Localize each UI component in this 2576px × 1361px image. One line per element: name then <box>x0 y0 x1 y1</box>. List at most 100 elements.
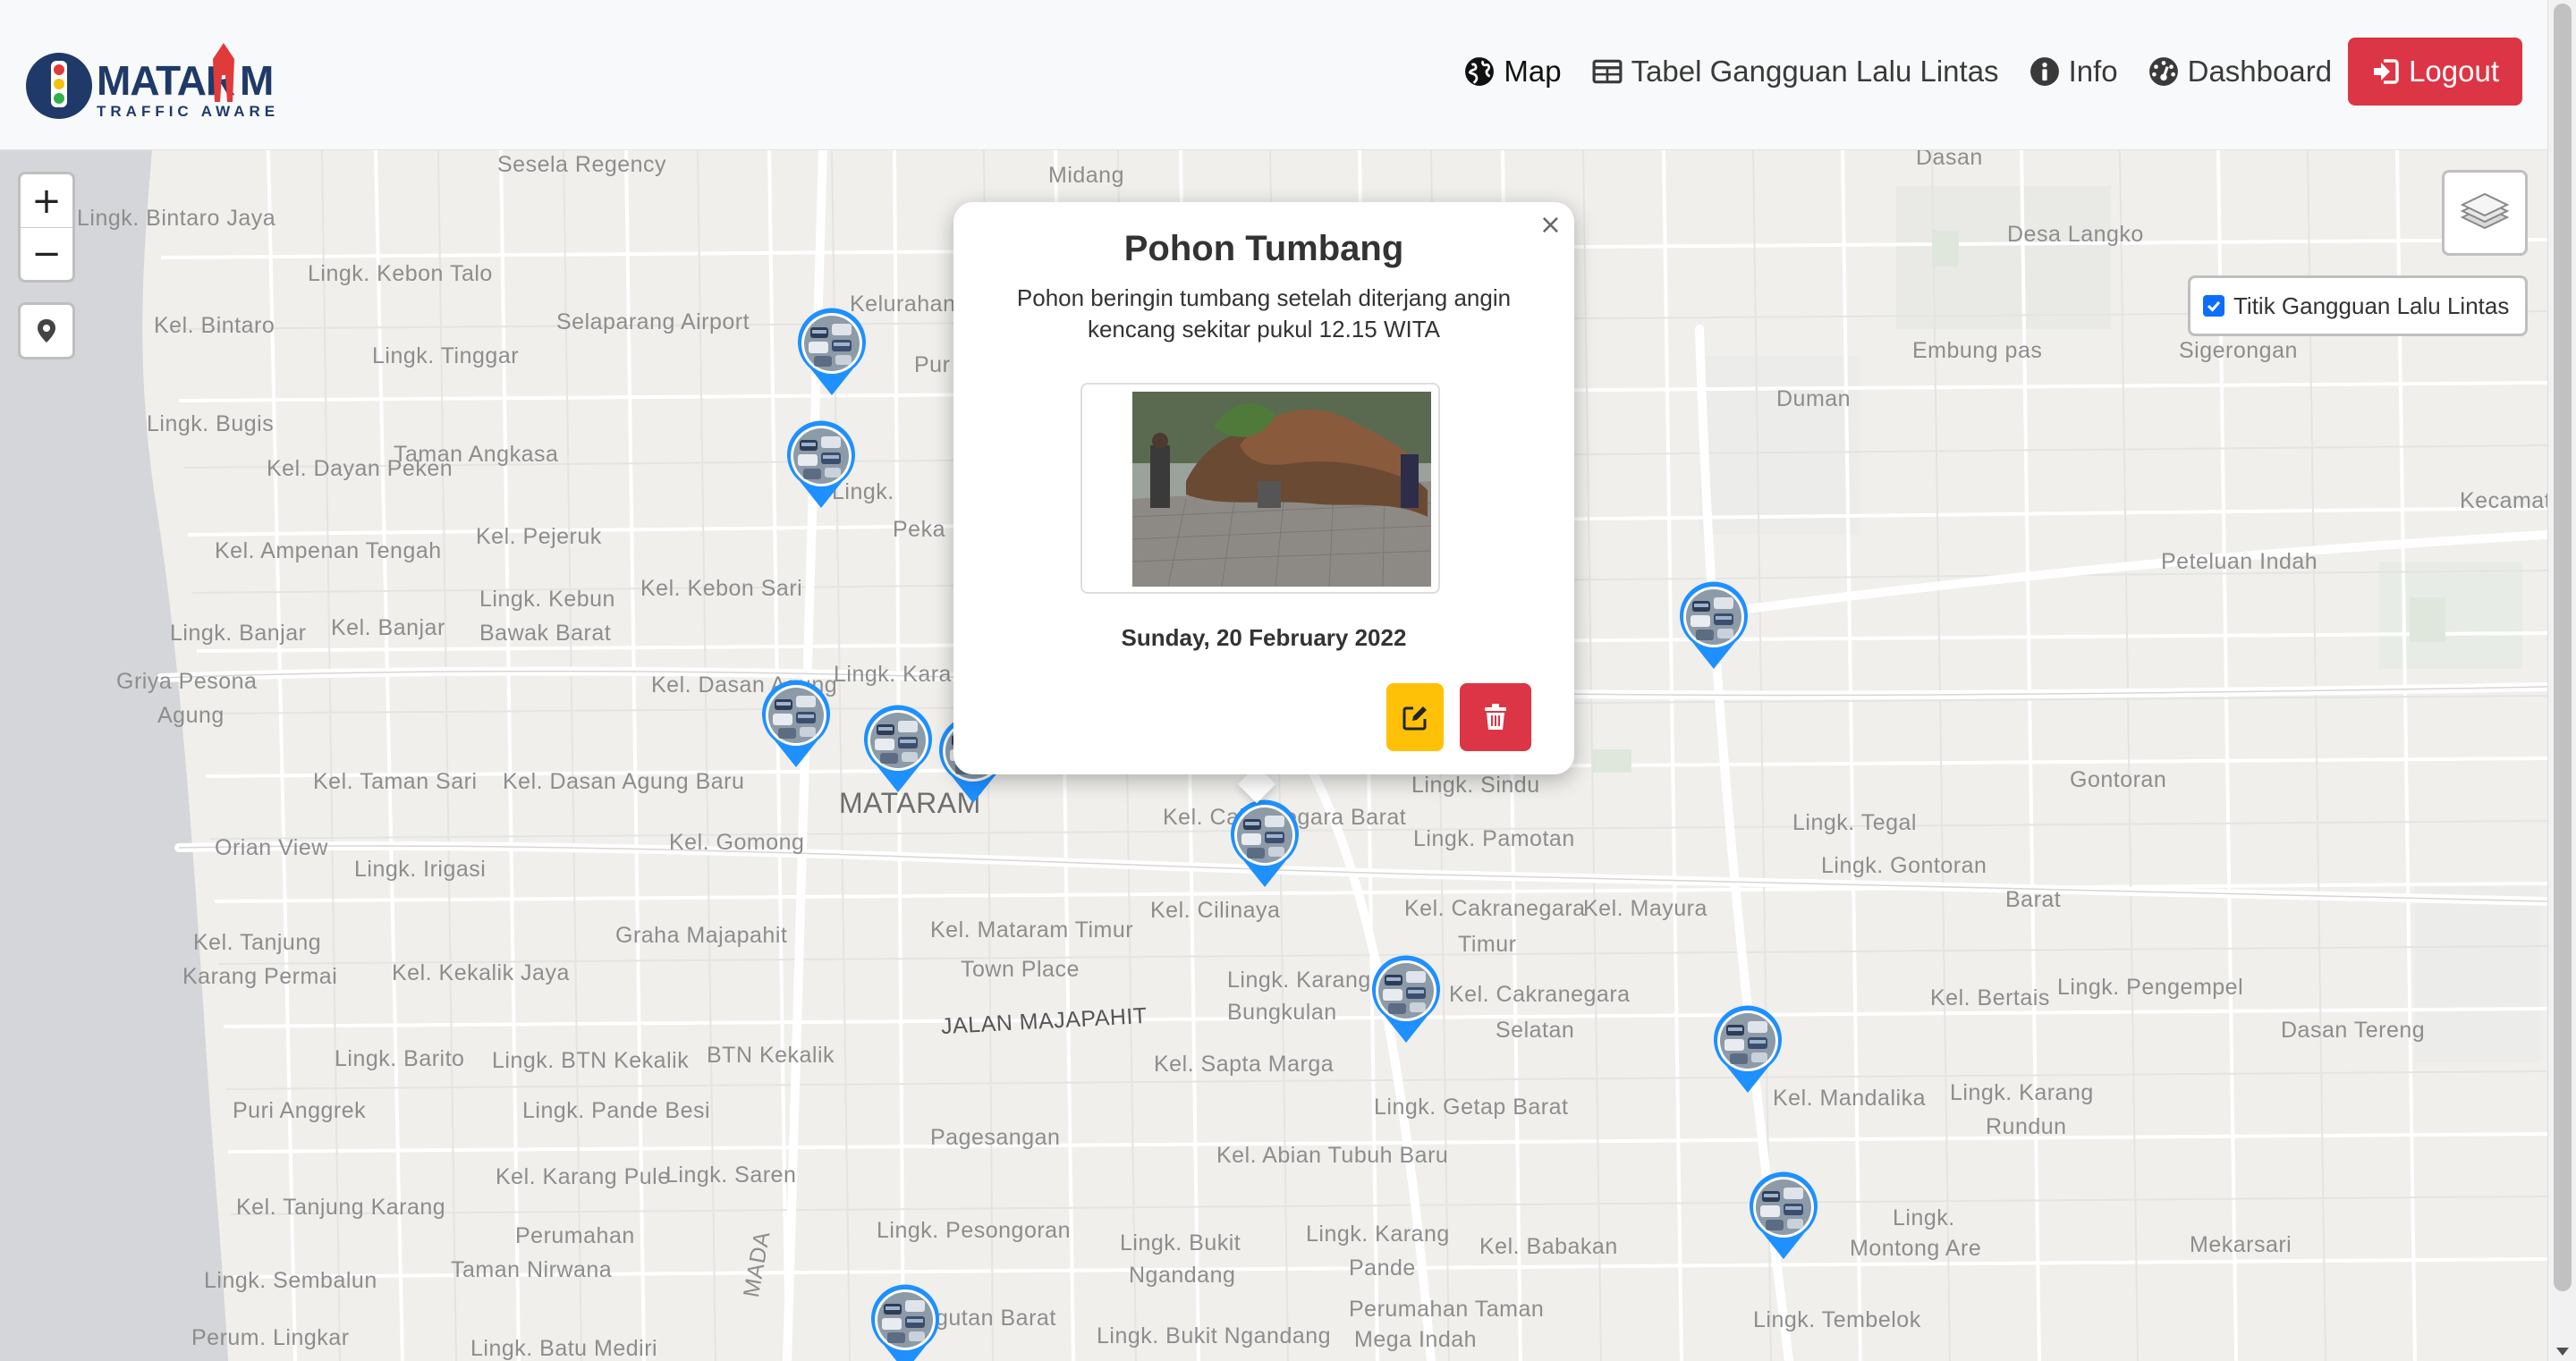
map-place-label: Kel. Babakan <box>1479 1234 1618 1259</box>
map-place-label: Kel. Karang Pule <box>496 1164 671 1189</box>
traffic-incident-marker[interactable] <box>784 420 859 510</box>
map-place-label: Lingk. Sembalun <box>204 1268 377 1293</box>
map-place-label: Orian View <box>215 835 328 860</box>
traffic-incident-marker[interactable] <box>1227 799 1302 889</box>
map-place-label: Kel. Ampenan Tengah <box>215 538 442 563</box>
map-place-label: Kel. Sapta Marga <box>1154 1052 1335 1077</box>
map-place-label: Kel. Mayura <box>1583 896 1707 921</box>
map-place-label: Lingk. Karang <box>1306 1222 1450 1247</box>
map-place-label: Lingk. Gontoran <box>1821 853 1987 878</box>
map-place-label: gutan Barat <box>936 1306 1056 1331</box>
map-place-label: Ngandang <box>1129 1263 1236 1288</box>
map-place-label: Bungkulan <box>1227 1000 1337 1025</box>
map-place-label: Lingk. Barito <box>335 1046 465 1071</box>
traffic-incident-marker[interactable] <box>1710 1005 1785 1095</box>
zoom-out-button[interactable]: − <box>21 227 72 280</box>
edit-button[interactable] <box>1386 683 1444 751</box>
map-place-label: Lingk. Pande Besi <box>522 1098 711 1123</box>
map-place-label: Kel. Dayan Peken <box>267 456 453 481</box>
map-place-label: Lingk. Sindu <box>1411 773 1540 798</box>
map-place-label: Kel. Banjar <box>331 615 445 640</box>
nav-info-label: Info <box>2068 55 2118 88</box>
map-place-label: Peka <box>893 517 945 542</box>
logout-button[interactable]: Logout <box>2348 38 2522 106</box>
map-place-label: Kel. Tanjung Karang <box>236 1195 446 1220</box>
map-place-label: Kel. Kebon Sari <box>640 576 803 601</box>
map-place-label: BTN Kekalik <box>707 1043 835 1068</box>
map-place-label: Kel. Kekalik Jaya <box>392 960 570 985</box>
nav-map[interactable]: Map <box>1464 55 1562 89</box>
map-place-label: Lingk. Kebun <box>479 587 615 612</box>
nav-info[interactable]: Info <box>2029 55 2118 89</box>
delete-button[interactable] <box>1460 683 1531 751</box>
map-place-label: Perum. Lingkar <box>191 1325 350 1350</box>
map-place-label: Sesela Regency <box>497 152 667 177</box>
incident-photo[interactable] <box>1132 392 1431 587</box>
layer-checkbox[interactable] <box>2203 295 2224 317</box>
map-place-label: Timur <box>1458 932 1517 957</box>
map-place-label: Dasan <box>1916 150 1983 170</box>
layer-toggle-label: Titik Gangguan Lalu Lintas <box>2233 292 2510 319</box>
map-place-label: Kel. Cakranegara <box>1449 982 1631 1007</box>
map-place-label: Lingk. Tinggar <box>372 343 520 368</box>
map-place-label: Kel. Mandalika <box>1773 1086 1926 1111</box>
map-place-label: Lingk. Tegal <box>1792 810 1917 835</box>
map-place-label: Sigerongan <box>2179 338 2298 363</box>
map-place-label: Lingk. Kara <box>834 662 952 687</box>
incident-popup: × Pohon Tumbang Pohon beringin tumbang s… <box>953 202 1574 774</box>
layers-control-button[interactable] <box>2442 170 2528 256</box>
map-place-label: Gontoran <box>2070 767 2167 792</box>
traffic-incident-marker[interactable] <box>758 680 834 769</box>
nav-map-label: Map <box>1504 55 1562 88</box>
nav-links: Map Tabel Gangguan Lalu Lintas Info Dash… <box>1434 38 2522 106</box>
map-place-label: Agung <box>157 703 225 728</box>
map-place-label: Lingk. Kebon Talo <box>308 261 493 286</box>
map-place-label: Mega Indah <box>1354 1327 1478 1352</box>
locate-button[interactable] <box>18 302 75 359</box>
map-place-label: Lingk. Tembelok <box>1753 1307 1921 1332</box>
map-pin-icon <box>38 319 55 342</box>
traffic-incident-marker[interactable] <box>860 705 936 794</box>
traffic-incident-marker[interactable] <box>794 308 869 397</box>
trash-icon <box>1485 704 1506 730</box>
map-place-label: Puri Anggrek <box>233 1098 367 1123</box>
map-place-label: Kel. Taman Sari <box>313 769 478 794</box>
zoom-in-button[interactable]: + <box>21 174 72 227</box>
map-place-label: Kel. Gomong <box>669 830 805 855</box>
traffic-incident-marker[interactable] <box>1368 955 1444 1044</box>
map-place-label: Pagesangan <box>930 1125 1061 1150</box>
traffic-incident-marker[interactable] <box>868 1284 943 1361</box>
traffic-incident-marker[interactable] <box>1746 1171 1821 1261</box>
nav-dashboard[interactable]: Dashboard <box>2148 55 2332 89</box>
page-scrollbar[interactable] <box>2547 0 2576 1361</box>
map-place-label: Lingk. Karang <box>1950 1080 2094 1105</box>
map-place-label: Lingk. Pesongoran <box>877 1218 1071 1243</box>
map-place-label: Lingk. BTN Kekalik <box>492 1048 690 1073</box>
map-place-label: Peteluan Indah <box>2161 549 2318 574</box>
map-place-label: Selaparang Airport <box>556 309 750 334</box>
map-place-label: Desa Langko <box>2007 222 2144 247</box>
zoom-control: + − <box>18 172 75 283</box>
layer-toggle[interactable]: Titik Gangguan Lalu Lintas <box>2188 275 2528 336</box>
logout-icon <box>2374 59 2399 84</box>
map-place-label: Kel. Bertais <box>1930 985 2050 1010</box>
map-place-label: Mekarsari <box>2190 1232 2292 1257</box>
traffic-incident-marker[interactable] <box>1676 581 1751 671</box>
map-place-label: Lingk. Getap Barat <box>1374 1095 1569 1120</box>
map-place-label: Pur <box>914 352 951 377</box>
map-place-label: Bawak Barat <box>479 621 612 646</box>
map-place-label: Perumahan <box>515 1223 635 1248</box>
map-place-label: Lingk. Banjar <box>170 621 307 646</box>
info-icon <box>2029 57 2059 86</box>
map-place-label: Lingk. Bukit <box>1120 1230 1241 1255</box>
map-place-label: Lingk. Bugis <box>147 411 275 436</box>
scrollbar-thumb[interactable] <box>2554 4 2572 1291</box>
map-place-label: Selatan <box>1496 1018 1575 1043</box>
brand-logo[interactable]: MATAR M TRAFFIC AWARE <box>25 39 293 125</box>
scroll-down-arrow[interactable] <box>2556 1348 2569 1356</box>
map-view[interactable]: Sesela Regency Midang Dasan Lingk. Bintaro … <box>0 150 2547 1361</box>
nav-table[interactable]: Tabel Gangguan Lalu Lintas <box>1592 55 1999 89</box>
map-place-label: Town Place <box>961 957 1080 982</box>
map-place-label: Lingk. Bukit Ngandang <box>1097 1323 1332 1348</box>
map-place-label: Griya Pesona <box>116 669 258 694</box>
